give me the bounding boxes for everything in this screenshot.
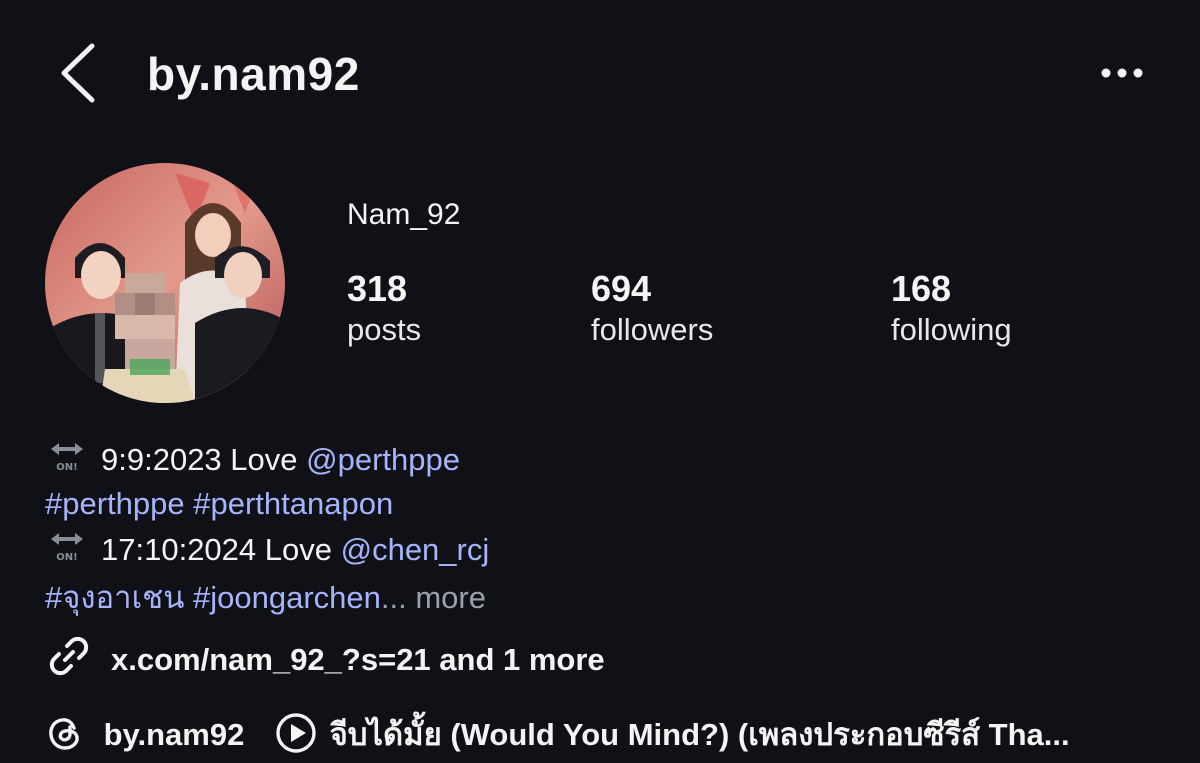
bio-more-button[interactable]: more — [407, 580, 486, 615]
back-button[interactable] — [50, 40, 110, 106]
link-icon — [49, 636, 89, 676]
stat-value: 694 — [591, 268, 652, 309]
stat-posts: 318 posts — [347, 268, 421, 350]
mention-link[interactable]: @chen_rcj — [341, 532, 490, 567]
mention-link[interactable]: @perthppe — [306, 442, 460, 477]
avatar[interactable] — [45, 163, 285, 403]
on-arrow-emoji-icon: ON! — [51, 533, 83, 563]
stat-value: 168 — [891, 268, 952, 309]
bio-line: ON! 9:9:2023 Love @perthppe — [45, 440, 460, 480]
bio-line: #จุงอาเชน #joongarchen... more — [45, 578, 486, 618]
bio-text: 17:10:2024 Love — [101, 532, 341, 567]
more-horizontal-icon — [1101, 68, 1143, 78]
stat-label: followers — [591, 312, 714, 347]
stat-label: posts — [347, 312, 422, 347]
bio-text: 9:9:2023 Love — [101, 442, 307, 477]
hashtag-links[interactable]: #perthppe #perthtanapon — [45, 484, 393, 524]
music-title: จีบได้มั้ย (Would You Mind?) (เพลงประกอบ… — [329, 717, 1070, 752]
hashtag-links[interactable]: #จุงอาเชน #joongarchen — [45, 580, 381, 615]
music-chip[interactable]: จีบได้มั้ย (Would You Mind?) (เพลงประกอบ… — [275, 712, 1070, 757]
profile-chips: by.nam92 จีบได้มั้ย (Would You Mind?) (เ… — [45, 712, 1070, 757]
avatar-photo — [45, 163, 285, 403]
page-title: by.nam92 — [147, 48, 360, 100]
threads-chip[interactable]: by.nam92 — [45, 713, 244, 757]
external-link-text: x.com/nam_92_?s=21 and 1 more — [111, 642, 605, 677]
stat-followers[interactable]: 694 followers — [591, 268, 713, 350]
play-circle-icon — [276, 713, 316, 753]
stat-following[interactable]: 168 following — [891, 268, 1012, 350]
more-options-button[interactable] — [1090, 56, 1154, 90]
on-icon-text: ON! — [56, 552, 77, 563]
on-icon-text: ON! — [56, 462, 77, 473]
stat-label: following — [891, 312, 1012, 347]
bio-line: ON! 17:10:2024 Love @chen_rcj — [45, 530, 489, 570]
threads-handle: by.nam92 — [103, 717, 245, 752]
threads-icon — [49, 718, 79, 750]
external-link[interactable]: x.com/nam_92_?s=21 and 1 more — [45, 632, 605, 681]
chevron-left-icon — [61, 43, 95, 103]
on-arrow-emoji-icon: ON! — [51, 443, 83, 473]
stat-value: 318 — [347, 268, 408, 309]
bio-ellipsis: ... — [380, 580, 407, 615]
profile-display-name: Nam_92 — [347, 198, 461, 231]
